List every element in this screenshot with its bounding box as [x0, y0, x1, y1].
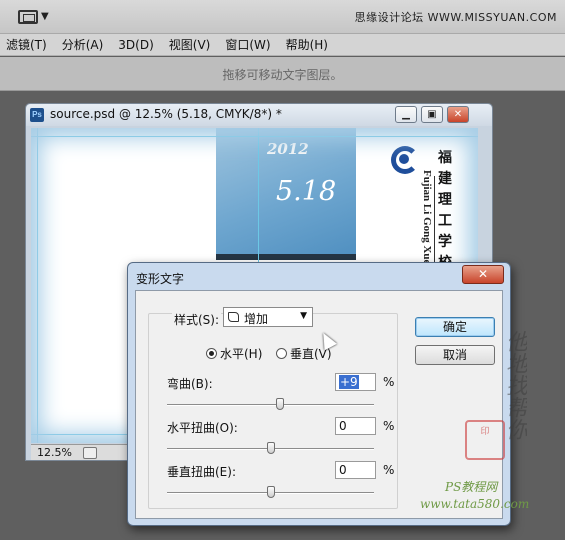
- bend-value: +9: [339, 375, 359, 389]
- bend-input[interactable]: +9: [335, 373, 376, 391]
- dialog-titlebar[interactable]: 变形文字 ✕: [128, 263, 510, 289]
- menu-view[interactable]: 视图(V): [169, 36, 211, 53]
- seal-text: 印: [480, 427, 490, 437]
- cancel-button[interactable]: 取消: [415, 345, 495, 365]
- document-titlebar[interactable]: Ps source.psd @ 12.5% (5.18, CMYK/8*) * …: [26, 104, 492, 126]
- h-distort-label: 水平扭曲(O):: [167, 421, 238, 435]
- radio-vertical[interactable]: [276, 348, 287, 359]
- cover-date-text[interactable]: 5.18: [276, 176, 336, 207]
- close-icon[interactable]: ✕: [462, 265, 504, 284]
- guide-line: [37, 128, 38, 443]
- bend-slider-thumb[interactable]: [275, 398, 284, 410]
- style-value: 增加: [244, 312, 269, 326]
- menu-window[interactable]: 窗口(W): [225, 36, 270, 53]
- school-name-cn: 福建理工学校: [438, 150, 452, 271]
- ok-button[interactable]: 确定: [415, 317, 495, 337]
- warp-style-icon: [228, 312, 239, 322]
- options-bar: 拖移可移动文字图层。: [0, 57, 565, 91]
- options-hint: 拖移可移动文字图层。: [222, 68, 343, 82]
- chevron-down-icon[interactable]: ▼: [41, 11, 49, 22]
- menu-help[interactable]: 帮助(H): [286, 36, 328, 53]
- document-title: source.psd @ 12.5% (5.18, CMYK/8*) *: [50, 107, 282, 121]
- bend-unit: %: [383, 375, 395, 389]
- school-logo-dot: [399, 154, 409, 164]
- minimize-button[interactable]: ▁: [395, 106, 417, 123]
- cover-year-text[interactable]: 2012: [267, 140, 309, 158]
- dialog-title: 变形文字: [136, 272, 185, 286]
- radio-horizontal[interactable]: [206, 348, 217, 359]
- menu-bar: 滤镜(T) 分析(A) 3D(D) 视图(V) 窗口(W) 帮助(H): [0, 34, 565, 56]
- photoshop-icon: Ps: [30, 108, 44, 122]
- style-dropdown[interactable]: 增加 ▼: [223, 307, 313, 327]
- menu-3d[interactable]: 3D(D): [118, 38, 153, 52]
- restore-button[interactable]: ▣: [421, 106, 443, 123]
- cover-band: [216, 254, 356, 260]
- v-distort-unit: %: [383, 463, 395, 477]
- bend-slider[interactable]: [167, 404, 374, 406]
- site-watermark-line2: www.tata580.com: [420, 497, 530, 511]
- document-close-button[interactable]: ✕: [447, 106, 469, 123]
- h-distort-slider-thumb[interactable]: [266, 442, 275, 454]
- v-distort-input[interactable]: 0: [335, 461, 376, 479]
- v-distort-slider-thumb[interactable]: [266, 486, 275, 498]
- school-name-en: Fujian Li Gong Xue: [421, 170, 433, 265]
- screen-mode-icon[interactable]: [18, 10, 38, 24]
- status-info-icon[interactable]: [83, 447, 97, 459]
- seal-stamp: 印: [465, 420, 505, 460]
- site-watermark: 思缘设计论坛 WWW.MISSYUAN.COM: [354, 11, 557, 24]
- menu-analysis[interactable]: 分析(A): [62, 36, 104, 53]
- h-distort-unit: %: [383, 419, 395, 433]
- site-watermark-line1: PS教程网: [445, 480, 498, 494]
- chevron-down-icon: ▼: [300, 311, 307, 321]
- menu-filter[interactable]: 滤镜(T): [6, 36, 47, 53]
- bend-label: 弯曲(B):: [167, 377, 213, 391]
- school-divider: [434, 176, 435, 266]
- guide-line: [31, 136, 478, 137]
- h-distort-input[interactable]: 0: [335, 417, 376, 435]
- style-label: 样式(S):: [172, 311, 222, 328]
- radio-horizontal-label[interactable]: 水平(H): [220, 345, 262, 362]
- app-bar: ▼ 思缘设计论坛 WWW.MISSYUAN.COM: [0, 0, 565, 34]
- zoom-level[interactable]: 12.5%: [37, 446, 72, 459]
- v-distort-label: 垂直扭曲(E):: [167, 465, 236, 479]
